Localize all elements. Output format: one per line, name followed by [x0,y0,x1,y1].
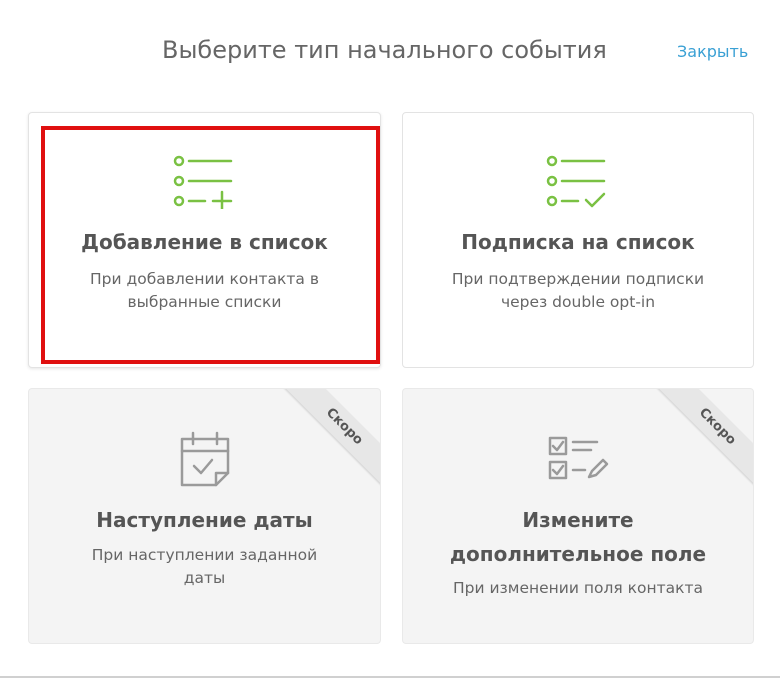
event-card-date: Наступление даты При наступлении заданно… [28,388,381,644]
card-description-line: через double opt-in [500,293,656,311]
list-check-icon [546,155,606,208]
close-link[interactable]: Закрыть [677,42,748,61]
event-card-custom-field: Измените дополнительное поле При изменен… [402,388,754,644]
checklist-edit-icon [548,436,609,480]
event-card-list-subscribe[interactable]: Подписка на список При подтверждении под… [402,112,754,368]
card-description-line: При изменении поля контакта [452,579,704,597]
calendar-check-icon [180,431,229,487]
card-description-line: выбранные списки [127,293,282,311]
coming-soon-ribbon: Скоро [643,389,753,499]
event-card-list-add[interactable]: Добавление в список При добавлении конта… [28,112,381,368]
card-title-line: Измените [522,508,634,532]
start-event-dialog: Выберите тип начального события Закрыть … [0,0,780,679]
card-description-line: При добавлении контакта в [90,270,319,288]
card-title: Наступление даты [96,508,313,532]
card-title: Добавление в список [81,230,328,254]
card-description-line: При наступлении заданной [91,546,318,564]
list-add-icon [173,155,232,209]
card-title: Подписка на список [461,230,695,254]
bottom-divider [0,676,780,678]
coming-soon-ribbon: Скоро [270,389,380,499]
coming-soon-badge: Скоро [657,389,753,487]
card-description-line: При подтверждении подписки [451,270,705,288]
dialog-title: Выберите тип начального события [162,36,607,64]
coming-soon-badge: Скоро [284,389,380,487]
card-title-line: дополнительное поле [449,542,707,566]
card-description-line: даты [183,569,226,587]
